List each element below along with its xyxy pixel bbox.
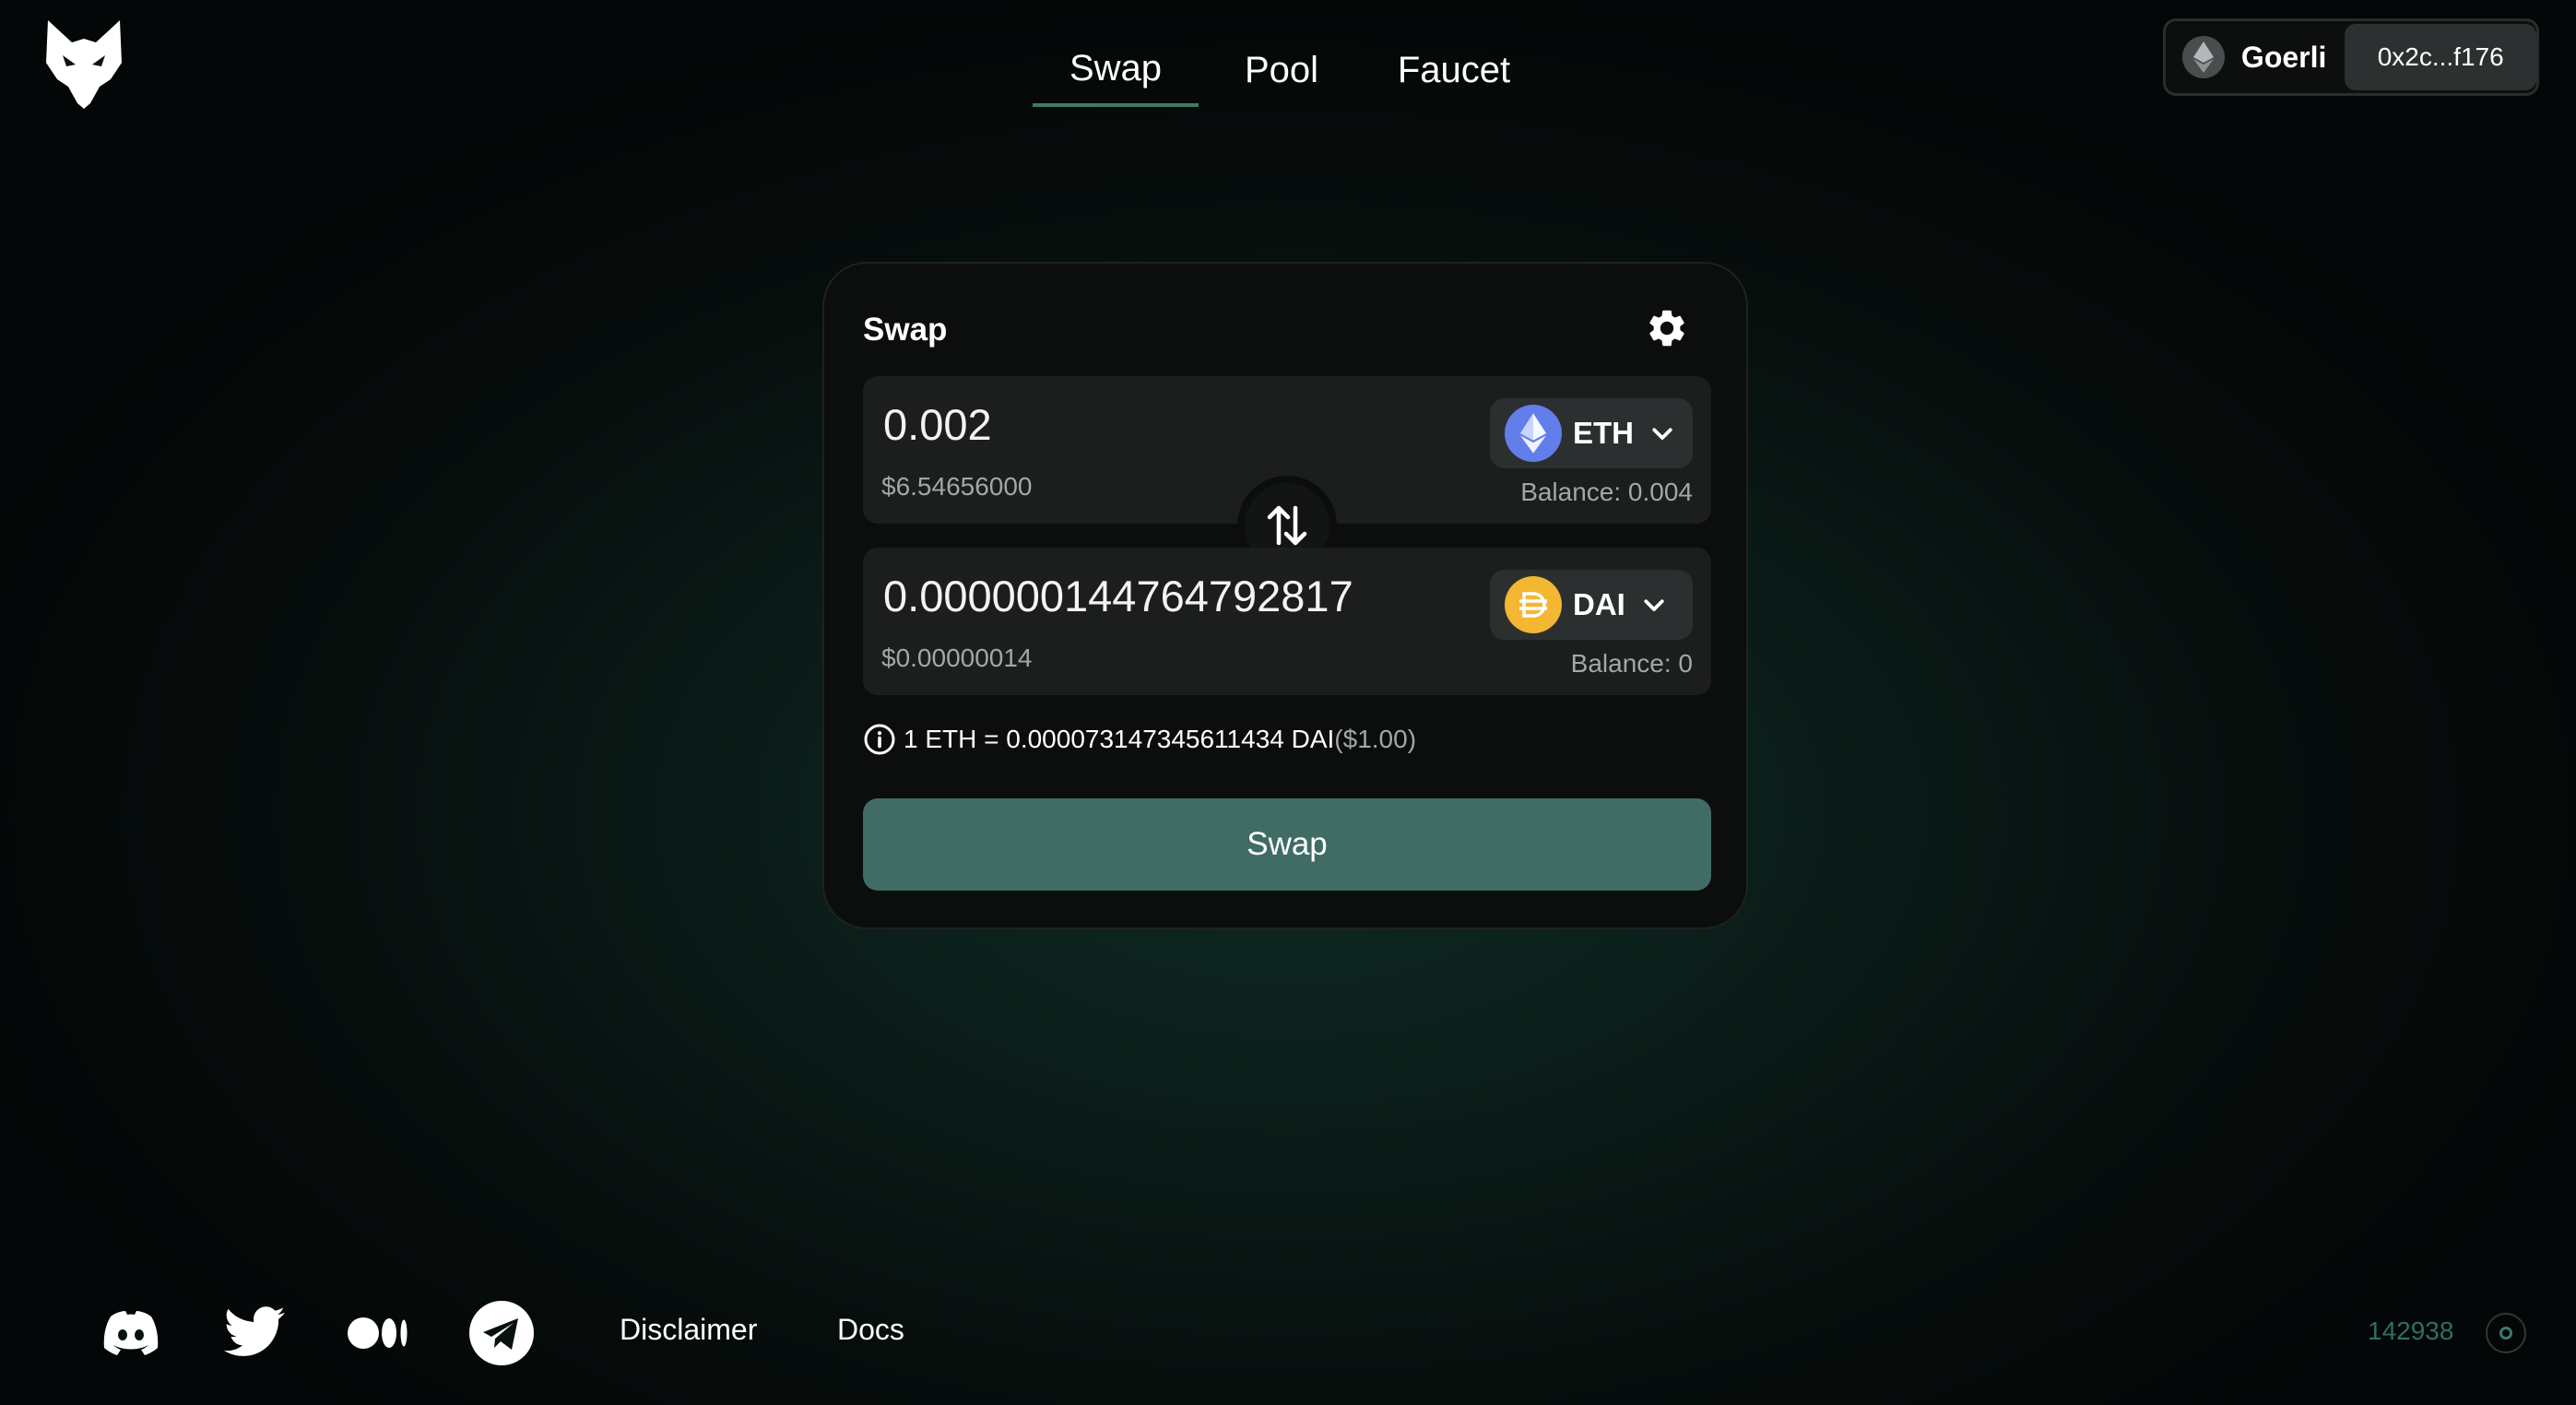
from-balance: Balance: 0.004 [1520, 478, 1693, 506]
block-status-icon [2486, 1313, 2526, 1353]
swap-button[interactable]: Swap [863, 798, 1711, 891]
gear-icon[interactable] [1645, 306, 1689, 350]
eth-icon [1505, 405, 1562, 462]
tab-swap[interactable]: Swap [1033, 33, 1199, 107]
to-token-symbol: DAI [1573, 587, 1625, 621]
block-number: 142938 [2368, 1316, 2454, 1345]
from-token-select[interactable]: ETH [1490, 398, 1693, 468]
lynx-logo-icon[interactable] [42, 18, 125, 111]
swap-card-title: Swap [863, 312, 948, 348]
discord-icon[interactable] [98, 1300, 164, 1366]
chevron-down-icon [1648, 419, 1676, 447]
to-usd-value: $0.00000014 [881, 643, 1033, 672]
twitter-icon[interactable] [221, 1300, 288, 1366]
docs-link[interactable]: Docs [837, 1313, 904, 1347]
dai-icon [1505, 576, 1562, 633]
to-token-panel: $0.00000014 DAI Balance: 0 [863, 548, 1711, 695]
swap-card: Swap $6.54656000 ETH Balance: 0.004 [822, 262, 1748, 929]
exchange-rate-fiat: ($1.00) [1334, 725, 1417, 753]
ethereum-icon[interactable] [2182, 36, 2225, 78]
from-usd-value: $6.54656000 [881, 472, 1033, 501]
tab-pool[interactable]: Pool [1199, 33, 1365, 107]
telegram-icon[interactable] [468, 1300, 535, 1366]
from-amount-input[interactable] [881, 398, 1457, 451]
to-amount-input[interactable] [881, 570, 1457, 622]
network-name[interactable]: Goerli [2241, 41, 2326, 75]
from-token-symbol: ETH [1573, 416, 1634, 450]
tab-faucet[interactable]: Faucet [1366, 33, 1542, 107]
to-balance: Balance: 0 [1570, 649, 1693, 678]
main-nav: Swap Pool Faucet [1033, 33, 1542, 111]
to-token-select[interactable]: DAI [1490, 570, 1693, 640]
medium-icon[interactable] [345, 1300, 411, 1366]
exchange-rate-text: 1 ETH = 0.000073147345611434 DAI [904, 725, 1335, 753]
info-icon[interactable] [863, 723, 896, 756]
disclaimer-link[interactable]: Disclaimer [620, 1313, 757, 1347]
exchange-rate: 1 ETH = 0.000073147345611434 DAI ($1.00) [863, 723, 1416, 756]
chevron-down-icon [1640, 591, 1668, 619]
wallet-widget: Goerli 0x2c...f176 [2163, 18, 2539, 96]
wallet-address-button[interactable]: 0x2c...f176 [2345, 24, 2536, 90]
